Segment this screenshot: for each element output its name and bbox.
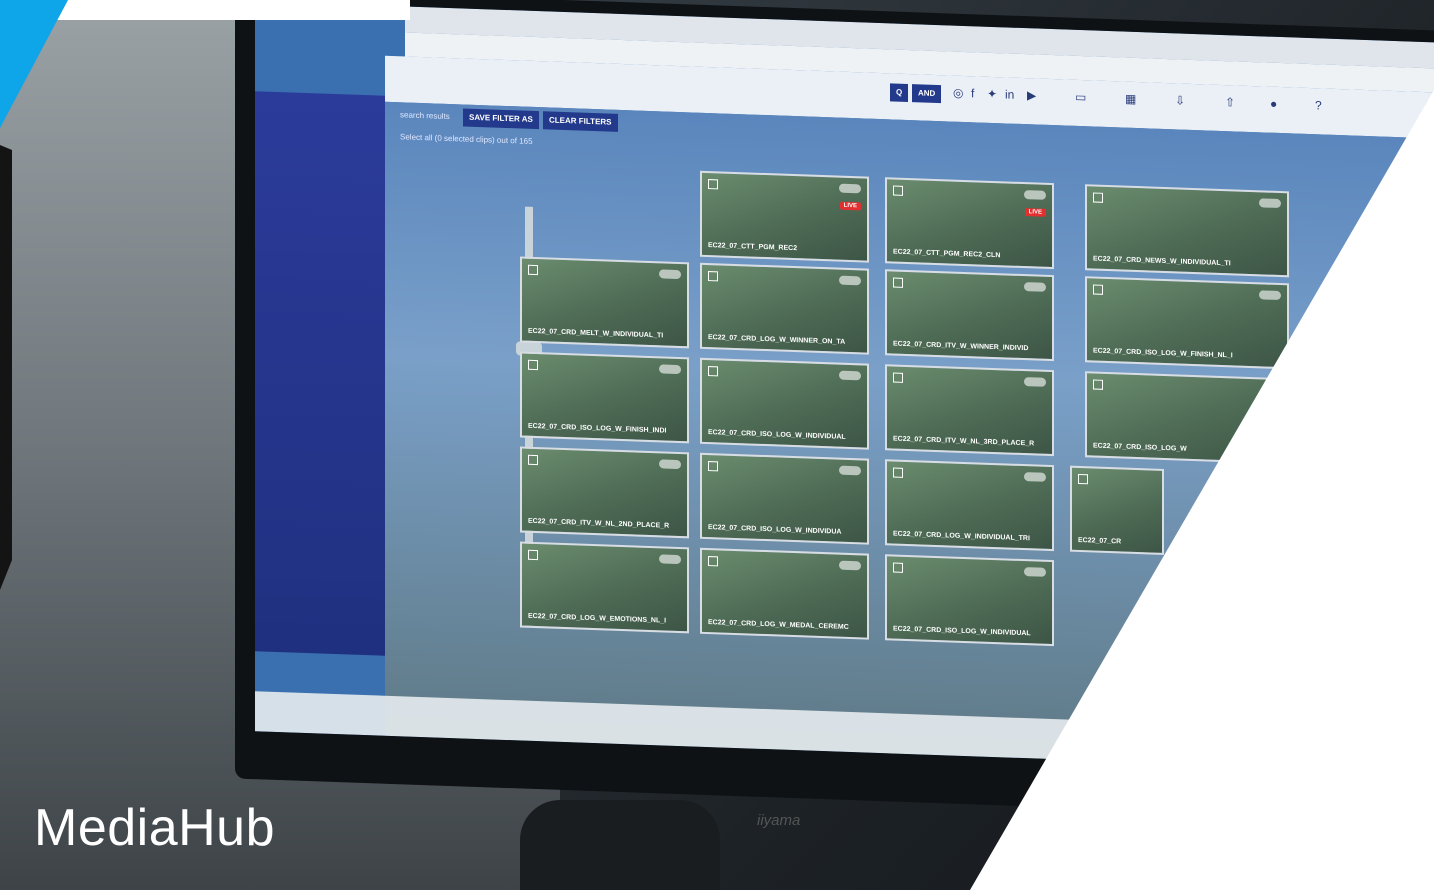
brand-shapes xyxy=(0,0,1434,890)
white-wedge xyxy=(970,90,1434,890)
brand-title: MediaHub xyxy=(34,799,276,857)
accent-triangle xyxy=(0,0,68,128)
left-device-edge xyxy=(0,145,12,590)
stage: Q AND ◎ f ✦ in ▶ ▭ ▦ ⇩ ⇧ ● ? search resu… xyxy=(0,0,1434,890)
